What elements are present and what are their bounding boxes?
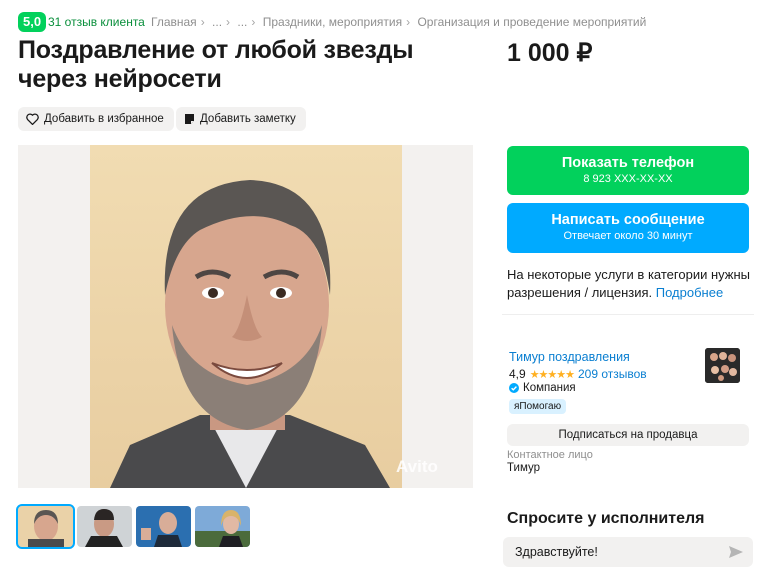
seller-name[interactable]: Тимур поздравления (509, 350, 630, 364)
breadcrumb-ellipsis[interactable]: ... (212, 15, 222, 29)
thumbnail-1[interactable] (16, 504, 75, 549)
verified-icon (509, 383, 519, 393)
seller-type: Компания (509, 382, 576, 394)
ask-input-container (503, 537, 753, 567)
add-favorite-button[interactable]: Добавить в избранное (18, 107, 174, 131)
write-message-button[interactable]: Написать сообщение Отвечает около 30 мин… (507, 203, 749, 253)
breadcrumb-ellipsis[interactable]: ... (237, 15, 247, 29)
breadcrumb-separator: › (406, 15, 411, 29)
thumbnail-image (18, 506, 73, 547)
thumbnail-3[interactable] (136, 506, 191, 547)
add-note-label: Добавить заметку (200, 113, 296, 125)
thumbnail-image (136, 506, 191, 547)
thumbnail-2[interactable] (77, 506, 132, 547)
ya-pomogayu-badge: яПомогаю (509, 399, 567, 414)
breadcrumb-separator: › (226, 15, 231, 29)
add-note-button[interactable]: Добавить заметку (176, 107, 306, 131)
show-phone-button[interactable]: Показать телефон 8 923 XXX-XX-XX (507, 146, 749, 195)
main-photo[interactable]: Avito (18, 145, 473, 488)
breadcrumb-separator: › (251, 15, 256, 29)
contact-person-label: Контактное лицо (507, 449, 593, 461)
reviews-link[interactable]: 31 отзыв клиента (48, 15, 145, 29)
price: 1 000 ₽ (507, 39, 593, 67)
breadcrumb-events[interactable]: Организация и проведение мероприятий (417, 15, 646, 29)
add-favorite-label: Добавить в избранное (44, 113, 164, 125)
breadcrumb-separator: › (200, 15, 205, 29)
breadcrumb-holidays[interactable]: Праздники, мероприятия (263, 15, 402, 29)
rating-badge: 5,0 (18, 12, 47, 32)
thumbnail-image (77, 506, 132, 547)
response-time: Отвечает около 30 минут (563, 230, 693, 242)
seller-rating: 4,9 ★★★★★ 209 отзывов (509, 367, 647, 381)
license-notice: На некоторые услуги в категории нужны ра… (507, 266, 752, 302)
seller-type-label: Компания (523, 382, 576, 394)
license-more-link[interactable]: Подробнее (656, 285, 723, 300)
write-message-label: Написать сообщение (551, 212, 705, 228)
phone-masked: 8 923 XXX-XX-XX (583, 173, 673, 185)
seller-reviews-link[interactable]: 209 отзывов (578, 367, 647, 381)
breadcrumb-home[interactable]: Главная (151, 15, 197, 29)
ask-section-title: Спросите у исполнителя (507, 510, 705, 527)
star-rating-icon: ★★★★★ (529, 368, 575, 381)
avito-watermark: Avito (396, 457, 438, 476)
avatar-image (705, 348, 740, 383)
portrait-image (110, 180, 390, 488)
note-icon (185, 114, 194, 124)
seller-avatar[interactable] (705, 348, 740, 383)
thumbnail-4[interactable] (195, 506, 250, 547)
contact-person-name: Тимур (507, 462, 540, 474)
show-phone-label: Показать телефон (561, 155, 695, 171)
heart-icon (26, 113, 39, 125)
breadcrumb: Главная › ... › ... › Праздники, мероприяти… (151, 15, 650, 29)
seller-score: 4,9 (509, 367, 526, 381)
subscribe-seller-button[interactable]: Подписаться на продавца (507, 424, 749, 446)
page-title: Поздравление от любой звезды через нейро… (18, 36, 414, 93)
ask-message-input[interactable] (503, 537, 725, 567)
send-icon[interactable] (729, 546, 743, 558)
photo-background: Avito (90, 145, 438, 488)
thumbnail-image (195, 506, 250, 547)
